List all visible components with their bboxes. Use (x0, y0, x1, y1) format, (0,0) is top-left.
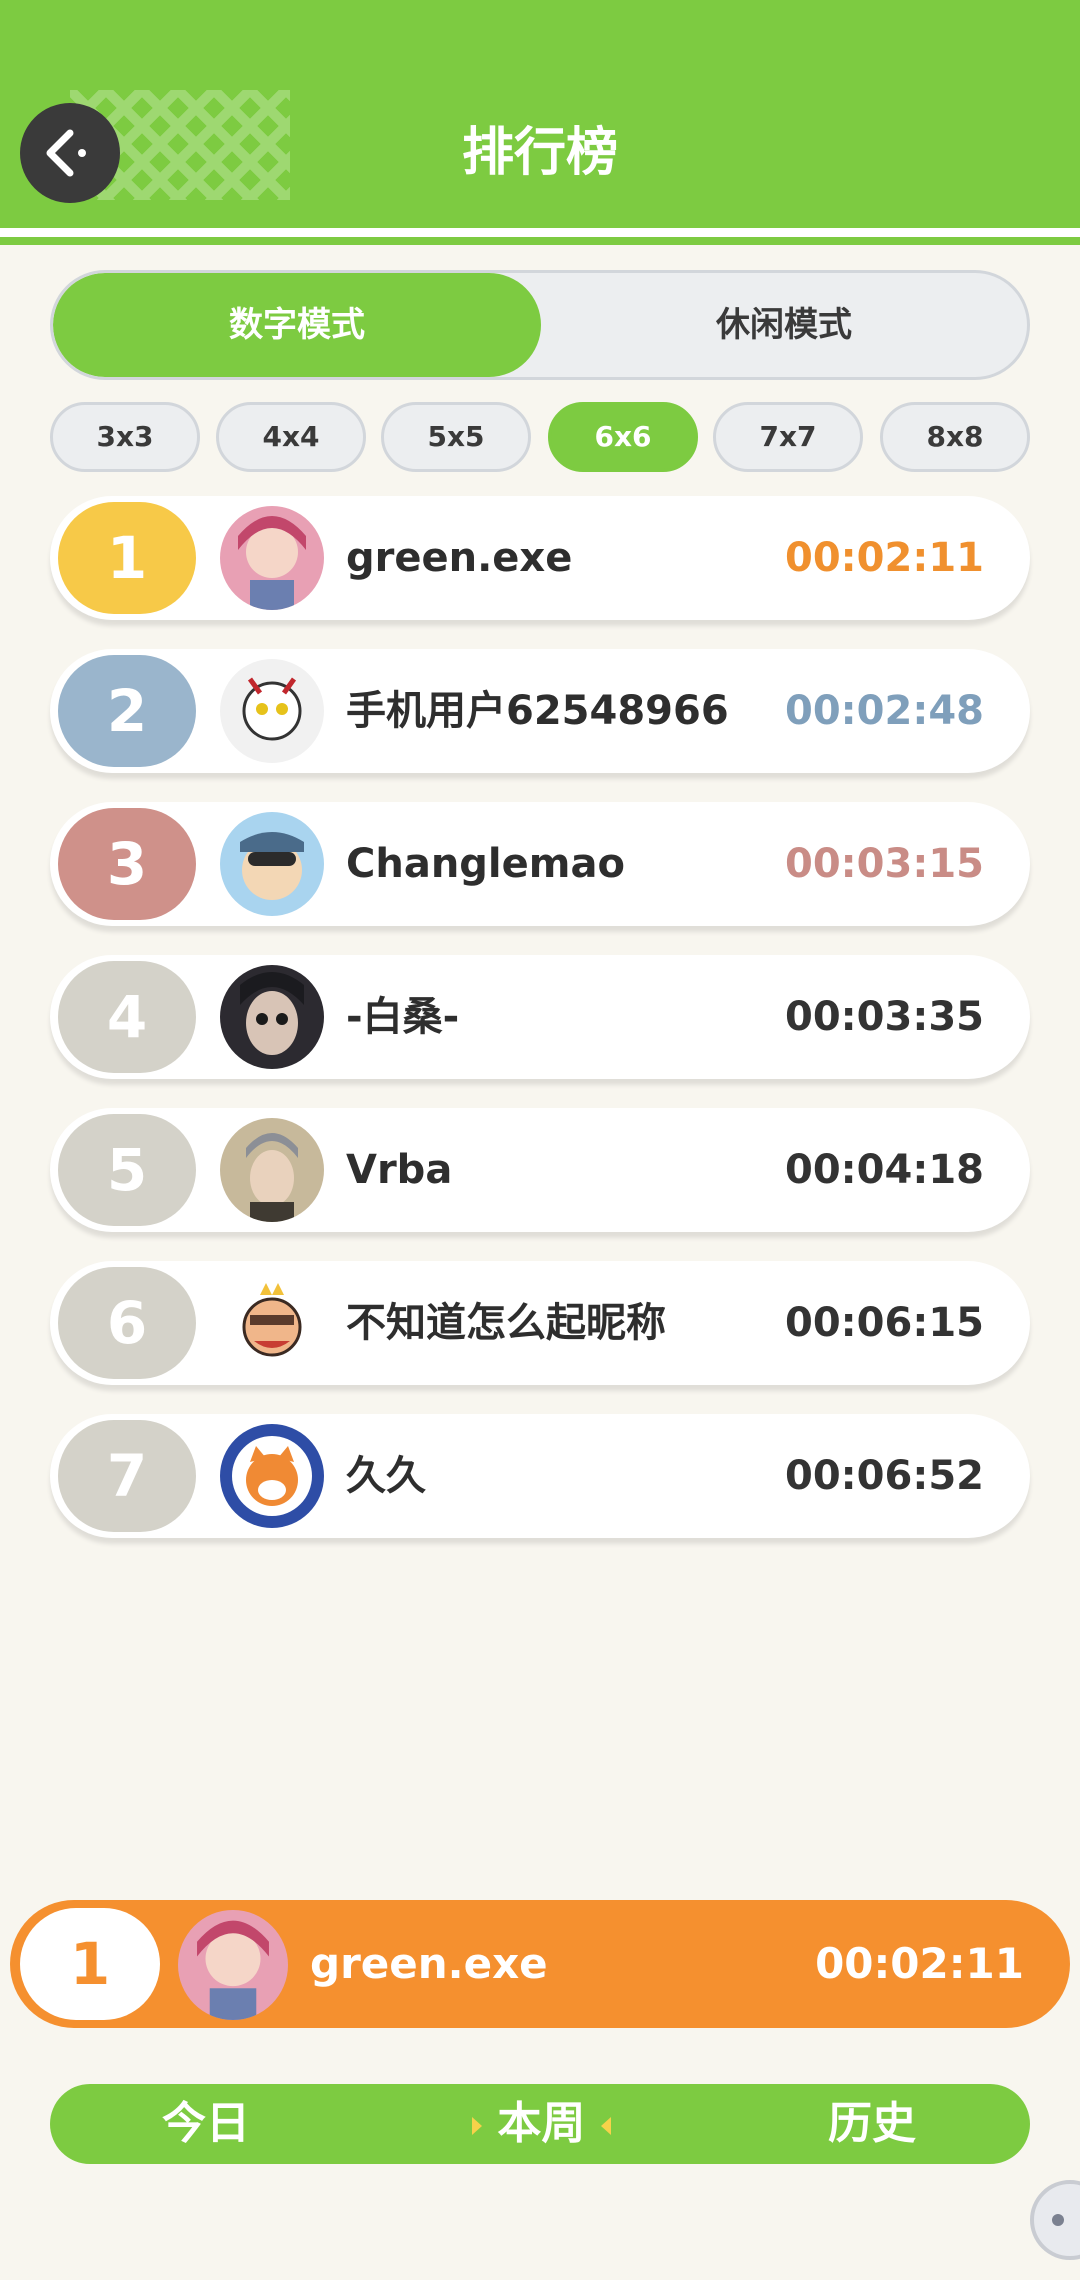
player-time: 00:04:18 (785, 1147, 984, 1193)
player-name: green.exe (346, 535, 573, 581)
size-tab-6x6[interactable]: 6x6 (548, 402, 698, 472)
rank-badge: 3 (58, 808, 196, 920)
size-tab-8x8[interactable]: 8x8 (880, 402, 1030, 472)
period-tab-today[interactable]: 今日 (162, 2084, 250, 2164)
player-time: 00:06:52 (785, 1453, 984, 1499)
ranking-row[interactable]: 1 green.exe 00:02:11 (50, 496, 1030, 620)
player-time: 00:06:15 (785, 1300, 984, 1346)
mode-tab-casual[interactable]: 休闲模式 (541, 273, 1027, 377)
selected-right-marker-icon (600, 2117, 611, 2135)
my-time: 00:02:11 (815, 1939, 1024, 1988)
avatar (220, 1118, 324, 1222)
rank-badge: 5 (58, 1114, 196, 1226)
avatar (220, 965, 324, 1069)
size-tab-7x7[interactable]: 7x7 (713, 402, 863, 472)
my-avatar (178, 1910, 288, 2020)
period-tab-week[interactable]: 本周 (472, 2084, 611, 2164)
player-time: 00:03:35 (785, 994, 984, 1040)
player-name: Changlemao (346, 841, 625, 887)
player-time: 00:02:11 (785, 535, 984, 581)
rank-badge: 4 (58, 961, 196, 1073)
player-time: 00:03:15 (785, 841, 984, 887)
ranking-row[interactable]: 3 Changlemao 00:03:15 (50, 802, 1030, 926)
avatar (220, 506, 324, 610)
my-name: green.exe (310, 1939, 548, 1988)
size-tab-3x3[interactable]: 3x3 (50, 402, 200, 472)
my-rank-badge: 1 (20, 1908, 160, 2020)
size-tab-5x5[interactable]: 5x5 (381, 402, 531, 472)
header-bottom-strip (0, 237, 1080, 245)
avatar (220, 1271, 324, 1375)
page-title: 排行榜 (461, 123, 618, 183)
my-rank-card: 1 green.exe 00:02:11 (10, 1900, 1070, 2028)
mode-toggle: 数字模式 休闲模式 (50, 270, 1030, 380)
avatar (220, 659, 324, 763)
period-tab-week-label: 本周 (497, 2098, 586, 2149)
header-bar: 排行榜 (0, 0, 1080, 240)
ranking-row[interactable]: 5 Vrba 00:04:18 (50, 1108, 1030, 1232)
ranking-row[interactable]: 2 手机用户62548966 00:02:48 (50, 649, 1030, 773)
player-name: 不知道怎么起昵称 (346, 1300, 666, 1346)
rank-badge: 7 (58, 1420, 196, 1532)
mode-tab-number[interactable]: 数字模式 (53, 273, 541, 377)
header-divider (0, 228, 1080, 237)
ranking-row[interactable]: 7 久久 00:06:52 (50, 1414, 1030, 1538)
rank-badge: 2 (58, 655, 196, 767)
floating-assistant-button[interactable] (1030, 2180, 1080, 2260)
ranking-row[interactable]: 4 -白桑- 00:03:35 (50, 955, 1030, 1079)
player-name: -白桑- (346, 994, 460, 1040)
player-name: 手机用户62548966 (346, 688, 729, 734)
period-selector: 今日 本周 历史 (50, 2084, 1030, 2164)
selected-left-marker-icon (472, 2117, 482, 2135)
rank-badge: 1 (58, 502, 196, 614)
ranking-row[interactable]: 6 不知道怎么起昵称 00:06:15 (50, 1261, 1030, 1385)
rank-badge: 6 (58, 1267, 196, 1379)
period-tab-history[interactable]: 历史 (828, 2084, 916, 2164)
player-name: Vrba (346, 1147, 453, 1193)
avatar (220, 812, 324, 916)
player-name: 久久 (346, 1453, 426, 1499)
player-time: 00:02:48 (785, 688, 984, 734)
robot-face-icon (1052, 2214, 1064, 2226)
avatar (220, 1424, 324, 1528)
size-tab-4x4[interactable]: 4x4 (216, 402, 366, 472)
